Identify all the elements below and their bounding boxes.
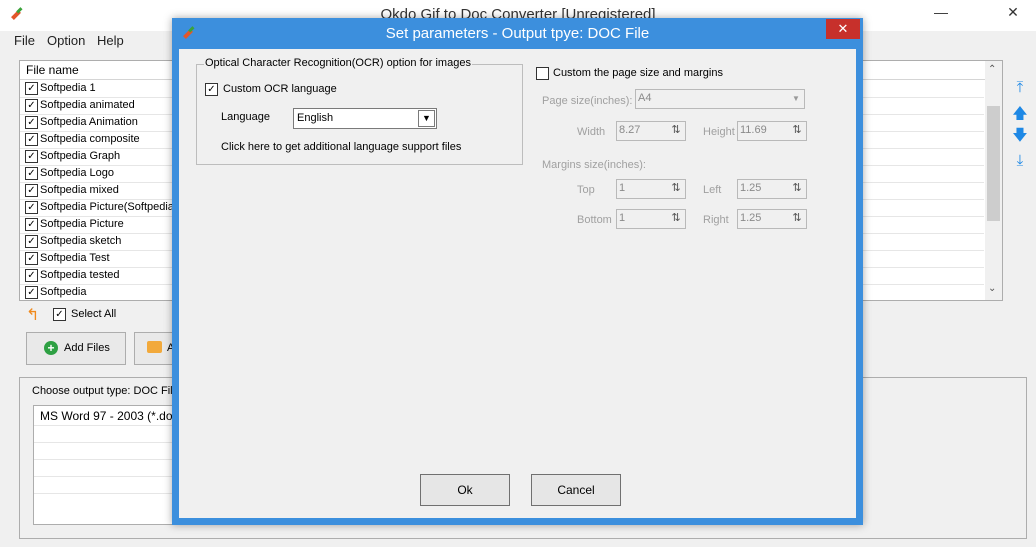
bottom-margin-field[interactable]: 1 ⇅	[616, 209, 686, 229]
scroll-down-icon[interactable]: ⌄	[988, 283, 996, 294]
dialog-close-button[interactable]: ✕	[826, 19, 860, 39]
height-field[interactable]: 11.69 ⇅	[737, 121, 807, 141]
left-value: 1.25	[740, 182, 762, 194]
file-name: Softpedia 1	[40, 82, 96, 94]
height-label: Height	[703, 126, 735, 138]
height-value: 11.69	[740, 124, 767, 136]
dialog-titlebar: Set parameters - Output tpye: DOC File ✕	[172, 18, 863, 48]
file-checkbox[interactable]: ✓	[25, 235, 38, 248]
width-label: Width	[577, 126, 606, 138]
minimize-button[interactable]: —	[918, 0, 964, 24]
right-value: 1.25	[740, 212, 762, 224]
height-spinner-icon[interactable]: ⇅	[790, 123, 804, 138]
page-size-select[interactable]: A4 ▼	[635, 89, 805, 109]
add-folder-button[interactable]: A	[134, 332, 175, 365]
chevron-down-icon[interactable]: ▼	[418, 110, 435, 127]
custom-page-checkbox[interactable]	[536, 67, 549, 80]
margins-label: Margins size(inches):	[542, 159, 646, 171]
language-support-link[interactable]: Click here to get additional language su…	[221, 141, 461, 153]
add-icon: +	[44, 341, 58, 355]
folder-icon	[147, 341, 162, 353]
move-up-icon[interactable]: 🡅	[1012, 106, 1028, 122]
page-size-value: A4	[638, 92, 652, 104]
set-parameters-dialog: Set parameters - Output tpye: DOC File ✕…	[172, 18, 863, 525]
select-all-label: Select All	[71, 308, 117, 320]
file-checkbox[interactable]: ✓	[25, 99, 38, 112]
move-down-icon[interactable]: 🡇	[1012, 128, 1028, 144]
file-name: Softpedia Test	[40, 252, 110, 264]
move-top-icon[interactable]: ⤒	[1012, 80, 1028, 96]
width-value: 8.27	[619, 124, 641, 136]
page-size-label: Page size(inches):	[542, 95, 633, 107]
file-checkbox[interactable]: ✓	[25, 133, 38, 146]
left-label: Left	[703, 184, 722, 196]
ocr-group-title: Optical Character Recognition(OCR) optio…	[204, 57, 472, 69]
dialog-body: Optical Character Recognition(OCR) optio…	[179, 49, 856, 518]
file-name: Softpedia Logo	[40, 167, 115, 179]
file-checkbox[interactable]: ✓	[25, 82, 38, 95]
file-name: Softpedia animated	[40, 99, 135, 111]
add-files-button[interactable]: + Add Files	[26, 332, 126, 365]
file-name: Softpedia tested	[40, 269, 120, 281]
select-all-checkbox[interactable]: ✓	[53, 308, 66, 321]
file-checkbox[interactable]: ✓	[25, 116, 38, 129]
file-list-scrollbar[interactable]: ⌃ ⌄	[985, 61, 1002, 300]
bottom-spinner-icon[interactable]: ⇅	[669, 211, 683, 226]
file-name-column-header[interactable]: File name	[26, 63, 79, 77]
bottom-value: 1	[619, 212, 626, 224]
left-margin-field[interactable]: 1.25 ⇅	[737, 179, 807, 199]
scroll-thumb[interactable]	[987, 106, 1000, 221]
top-value: 1	[619, 182, 626, 194]
right-label: Right	[703, 214, 729, 226]
language-label: Language	[221, 111, 270, 123]
file-name: Softpedia	[40, 286, 87, 298]
up-folder-icon[interactable]: ↰	[26, 305, 39, 325]
file-checkbox[interactable]: ✓	[25, 269, 38, 282]
custom-ocr-label: Custom OCR language	[223, 83, 337, 95]
top-margin-field[interactable]: 1 ⇅	[616, 179, 686, 199]
right-margin-field[interactable]: 1.25 ⇅	[737, 209, 807, 229]
add-files-label: Add Files	[64, 342, 110, 354]
width-spinner-icon[interactable]: ⇅	[669, 123, 683, 138]
left-spinner-icon[interactable]: ⇅	[790, 181, 804, 196]
move-bottom-icon[interactable]: ⤓	[1012, 153, 1028, 169]
file-name: Softpedia Picture(Softpedia	[40, 201, 174, 213]
file-name: Softpedia Graph	[40, 150, 121, 162]
file-name: Softpedia mixed	[40, 184, 119, 196]
file-name: Softpedia Picture	[40, 218, 124, 230]
language-select[interactable]: English ▼	[293, 108, 437, 129]
custom-page-label: Custom the page size and margins	[553, 67, 723, 79]
file-checkbox[interactable]: ✓	[25, 167, 38, 180]
right-spinner-icon[interactable]: ⇅	[790, 211, 804, 226]
file-name: Softpedia Animation	[40, 116, 138, 128]
top-label: Top	[577, 184, 595, 196]
output-format-list[interactable]: MS Word 97 - 2003 (*.do	[33, 405, 177, 525]
file-checkbox[interactable]: ✓	[25, 201, 38, 214]
file-checkbox[interactable]: ✓	[25, 252, 38, 265]
language-value: English	[297, 112, 334, 124]
menu-option[interactable]: Option	[47, 33, 85, 48]
file-name: Softpedia sketch	[40, 235, 122, 247]
page-size-chevron-icon: ▼	[792, 94, 800, 103]
output-format-item[interactable]: MS Word 97 - 2003 (*.do	[40, 409, 173, 423]
file-checkbox[interactable]: ✓	[25, 184, 38, 197]
bottom-label: Bottom	[577, 214, 612, 226]
menu-file[interactable]: File	[14, 33, 35, 48]
dialog-title: Set parameters - Output tpye: DOC File	[385, 25, 650, 42]
file-name: Softpedia composite	[40, 133, 140, 145]
ok-button[interactable]: Ok	[420, 474, 510, 506]
close-window-button[interactable]: ✕	[990, 0, 1036, 24]
top-spinner-icon[interactable]: ⇅	[669, 181, 683, 196]
cancel-button[interactable]: Cancel	[531, 474, 621, 506]
width-field[interactable]: 8.27 ⇅	[616, 121, 686, 141]
custom-ocr-checkbox[interactable]: ✓	[205, 83, 218, 96]
output-type-label: Choose output type: DOC Fil	[32, 385, 173, 397]
scroll-up-icon[interactable]: ⌃	[988, 64, 996, 75]
menu-help[interactable]: Help	[97, 33, 124, 48]
file-checkbox[interactable]: ✓	[25, 218, 38, 231]
ocr-options-group: Optical Character Recognition(OCR) optio…	[196, 57, 523, 165]
file-checkbox[interactable]: ✓	[25, 150, 38, 163]
file-checkbox[interactable]: ✓	[25, 286, 38, 299]
